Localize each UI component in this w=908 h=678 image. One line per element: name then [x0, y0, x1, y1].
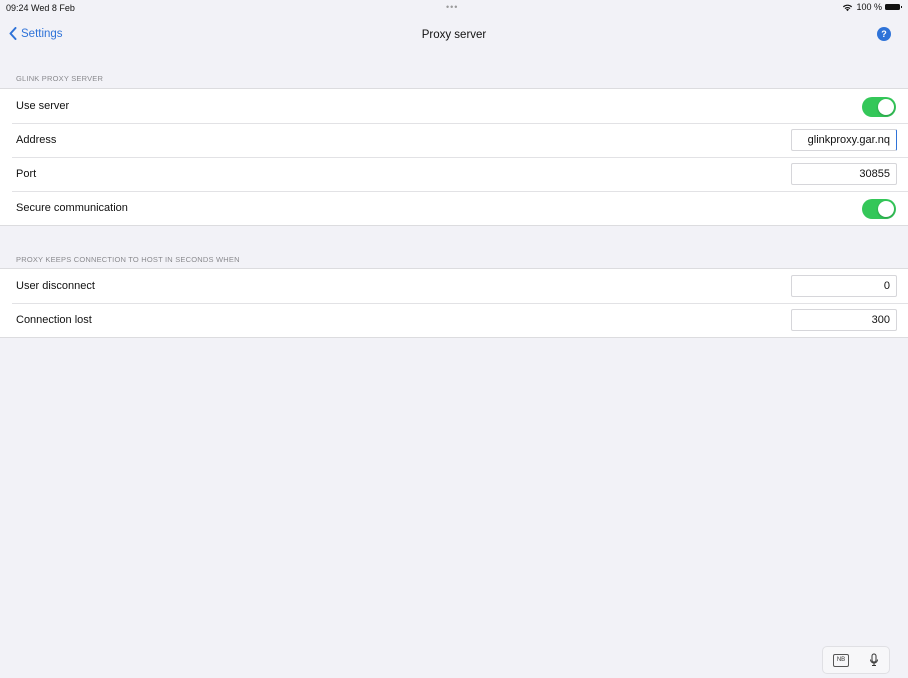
user-disconnect-label: User disconnect — [16, 280, 95, 292]
battery-percent: 100 % — [856, 2, 882, 12]
row-connection-lost: Connection lost — [0, 303, 908, 337]
multitasking-dots[interactable]: ••• — [446, 2, 458, 12]
use-server-toggle[interactable] — [862, 97, 896, 117]
row-port: Port — [0, 157, 908, 191]
toggle-knob — [878, 99, 894, 115]
keyboard-shortcut-bar: NB — [822, 646, 890, 674]
section-header-keep-connection: PROXY KEEPS CONNECTION TO HOST IN SECOND… — [16, 255, 240, 264]
status-right: 100 % — [842, 2, 902, 12]
row-use-server: Use server — [0, 89, 908, 123]
address-label: Address — [16, 134, 57, 146]
port-field[interactable] — [791, 163, 897, 185]
proxy-settings-group: Use server Address Port Secure communica… — [0, 88, 908, 226]
help-icon[interactable]: ? — [877, 27, 891, 41]
address-field[interactable] — [791, 129, 897, 151]
section-header-proxy: GLINK PROXY SERVER — [16, 74, 104, 83]
status-time: 09:24 Wed 8 Feb — [6, 3, 75, 13]
secure-communication-label: Secure communication — [16, 202, 128, 214]
navigation-bar: Settings Proxy server ? — [0, 18, 908, 54]
battery-icon — [885, 4, 902, 10]
port-label: Port — [16, 168, 37, 180]
toggle-knob — [878, 201, 894, 217]
connection-lost-label: Connection lost — [16, 314, 92, 326]
user-disconnect-field[interactable] — [791, 275, 897, 297]
microphone-icon[interactable] — [869, 653, 879, 667]
row-user-disconnect: User disconnect — [0, 269, 908, 303]
status-bar: 09:24 Wed 8 Feb ••• 100 % — [0, 0, 908, 18]
keep-connection-group: User disconnect Connection lost — [0, 268, 908, 338]
row-address: Address — [0, 123, 908, 157]
keyboard-language-button[interactable]: NB — [833, 653, 849, 667]
row-secure-communication: Secure communication — [0, 191, 908, 225]
connection-lost-field[interactable] — [791, 309, 897, 331]
secure-communication-toggle[interactable] — [862, 199, 896, 219]
page-title: Proxy server — [421, 29, 487, 41]
use-server-label: Use server — [16, 100, 70, 112]
wifi-icon — [843, 4, 853, 11]
